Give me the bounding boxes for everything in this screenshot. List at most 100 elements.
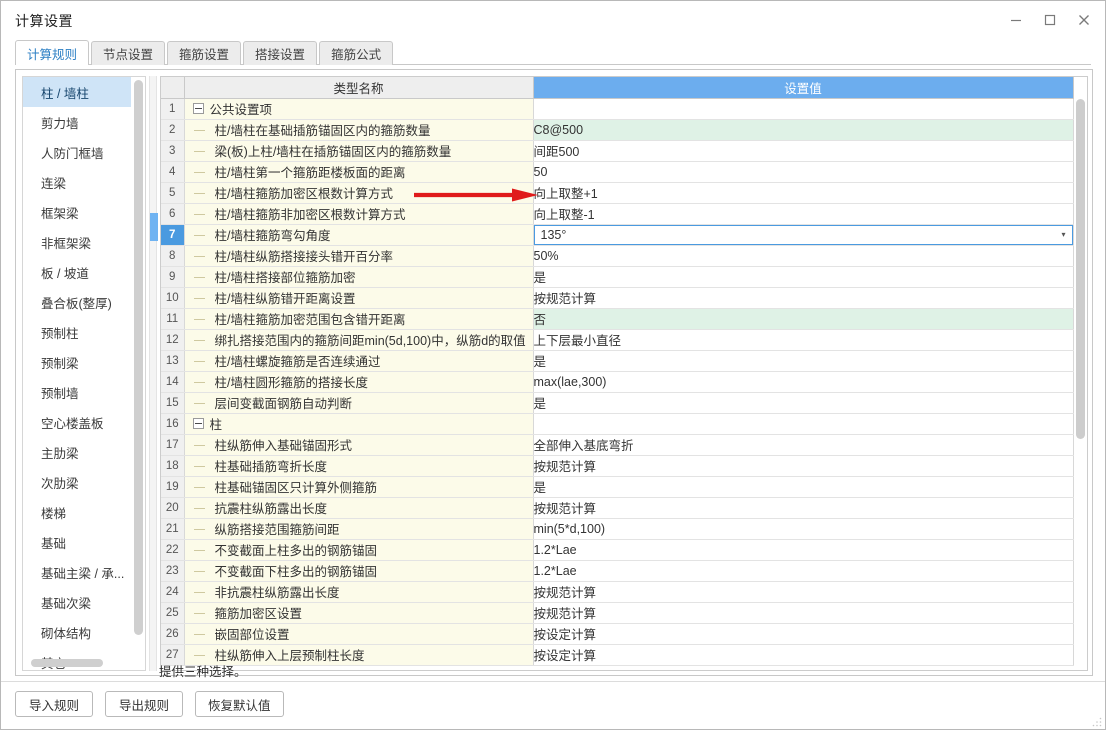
tab-2[interactable]: 节点设置 xyxy=(91,41,166,65)
sidebar-item-18[interactable]: 基础次梁 xyxy=(23,587,131,617)
footer-button-2[interactable]: 导出规则 xyxy=(105,691,183,717)
tab-1[interactable]: 计算规则 xyxy=(15,40,90,66)
type-name-cell[interactable]: 柱/墙柱箍筋加密范围包含错开距离 xyxy=(184,308,534,330)
collapse-minus-icon[interactable] xyxy=(192,103,204,114)
setting-value-cell[interactable]: 是 xyxy=(533,392,1074,414)
table-vertical-scroll-thumb[interactable] xyxy=(1076,99,1085,439)
setting-value-cell[interactable]: 按设定计算 xyxy=(533,623,1074,645)
setting-value-cell[interactable]: 按规范计算 xyxy=(533,287,1074,309)
sidebar-item-9[interactable]: 预制柱 xyxy=(23,317,131,347)
table-vertical-scrollbar[interactable] xyxy=(1076,99,1085,667)
table-row[interactable]: 23 不变截面下柱多出的钢筋锚固 1.2*Lae xyxy=(161,560,1074,582)
table-row[interactable]: 7 柱/墙柱箍筋弯勾角度 135° ▾ xyxy=(161,224,1074,246)
type-name-cell[interactable]: 柱/墙柱圆形箍筋的搭接长度 xyxy=(184,371,534,393)
type-name-cell[interactable]: 梁(板)上柱/墙柱在插筋锚固区内的箍筋数量 xyxy=(184,140,534,162)
type-name-cell[interactable]: 抗震柱纵筋露出长度 xyxy=(184,497,534,519)
type-name-cell[interactable]: 柱纵筋伸入基础锚固形式 xyxy=(184,434,534,456)
type-name-cell[interactable]: 柱/墙柱搭接部位箍筋加密 xyxy=(184,266,534,288)
sidebar-item-13[interactable]: 主肋梁 xyxy=(23,437,131,467)
type-name-cell[interactable]: 层间变截面钢筋自动判断 xyxy=(184,392,534,414)
close-icon[interactable] xyxy=(1067,5,1101,35)
setting-value-cell[interactable]: 按规范计算 xyxy=(533,455,1074,477)
setting-value-cell[interactable]: 50% xyxy=(533,245,1074,267)
tab-5[interactable]: 箍筋公式 xyxy=(319,41,394,65)
footer-button-3[interactable]: 恢复默认值 xyxy=(195,691,284,717)
table-row[interactable]: 25 箍筋加密区设置 按规范计算 xyxy=(161,602,1074,624)
setting-value-cell[interactable] xyxy=(533,413,1074,435)
sidebar-item-10[interactable]: 预制梁 xyxy=(23,347,131,377)
panel-splitter-thumb[interactable] xyxy=(150,213,158,241)
type-name-cell[interactable]: 不变截面上柱多出的钢筋锚固 xyxy=(184,539,534,561)
type-name-cell[interactable]: 不变截面下柱多出的钢筋锚固 xyxy=(184,560,534,582)
footer-button-1[interactable]: 导入规则 xyxy=(15,691,93,717)
setting-value-cell[interactable]: 是 xyxy=(533,476,1074,498)
setting-value-cell[interactable]: 否 xyxy=(533,308,1074,330)
table-row[interactable]: 21 纵筋搭接范围箍筋间距 min(5*d,100) xyxy=(161,518,1074,540)
minimize-icon[interactable] xyxy=(999,5,1033,35)
type-name-cell[interactable]: 绑扎搭接范围内的箍筋间距min(5d,100)中，纵筋d的取值 xyxy=(184,329,534,351)
type-name-cell[interactable]: 纵筋搭接范围箍筋间距 xyxy=(184,518,534,540)
setting-value-cell[interactable]: 按规范计算 xyxy=(533,602,1074,624)
setting-value-cell[interactable]: 1.2*Lae xyxy=(533,560,1074,582)
table-row[interactable]: 19 柱基础锚固区只计算外侧箍筋 是 xyxy=(161,476,1074,498)
table-row[interactable]: 3 梁(板)上柱/墙柱在插筋锚固区内的箍筋数量 间距500 xyxy=(161,140,1074,162)
table-row[interactable]: 12 绑扎搭接范围内的箍筋间距min(5d,100)中，纵筋d的取值 上下层最小直径 xyxy=(161,329,1074,351)
type-name-cell[interactable]: 非抗震柱纵筋露出长度 xyxy=(184,581,534,603)
sidebar-item-6[interactable]: 非框架梁 xyxy=(23,227,131,257)
table-row[interactable]: 26 嵌固部位设置 按设定计算 xyxy=(161,623,1074,645)
table-row[interactable]: 6 柱/墙柱箍筋非加密区根数计算方式 向上取整-1 xyxy=(161,203,1074,225)
type-name-cell[interactable]: 公共设置项 xyxy=(184,98,534,120)
setting-value-cell[interactable]: 间距500 xyxy=(533,140,1074,162)
setting-value-cell[interactable]: min(5*d,100) xyxy=(533,518,1074,540)
resize-grip-icon[interactable] xyxy=(1092,717,1102,727)
table-row[interactable]: 24 非抗震柱纵筋露出长度 按规范计算 xyxy=(161,581,1074,603)
table-row[interactable]: 15 层间变截面钢筋自动判断 是 xyxy=(161,392,1074,414)
type-name-cell[interactable]: 柱基础插筋弯折长度 xyxy=(184,455,534,477)
sidebar-horizontal-scrollbar[interactable] xyxy=(31,659,127,667)
sidebar-item-12[interactable]: 空心楼盖板 xyxy=(23,407,131,437)
setting-value-cell[interactable]: 向上取整-1 xyxy=(533,203,1074,225)
table-row[interactable]: 17 柱纵筋伸入基础锚固形式 全部伸入基底弯折 xyxy=(161,434,1074,456)
table-row[interactable]: 22 不变截面上柱多出的钢筋锚固 1.2*Lae xyxy=(161,539,1074,561)
table-row[interactable]: 9 柱/墙柱搭接部位箍筋加密 是 xyxy=(161,266,1074,288)
setting-value-cell[interactable]: 按规范计算 xyxy=(533,581,1074,603)
type-name-cell[interactable]: 柱/墙柱箍筋非加密区根数计算方式 xyxy=(184,203,534,225)
sidebar-item-5[interactable]: 框架梁 xyxy=(23,197,131,227)
type-name-cell[interactable]: 柱/墙柱螺旋箍筋是否连续通过 xyxy=(184,350,534,372)
table-row[interactable]: 27 柱纵筋伸入上层预制柱长度 按设定计算 xyxy=(161,644,1074,666)
type-name-cell[interactable]: 柱 xyxy=(184,413,534,435)
table-row[interactable]: 14 柱/墙柱圆形箍筋的搭接长度 max(lae,300) xyxy=(161,371,1074,393)
maximize-icon[interactable] xyxy=(1033,5,1067,35)
type-name-cell[interactable]: 柱/墙柱纵筋搭接接头错开百分率 xyxy=(184,245,534,267)
table-row[interactable]: 13 柱/墙柱螺旋箍筋是否连续通过 是 xyxy=(161,350,1074,372)
setting-value-cell[interactable]: 上下层最小直径 xyxy=(533,329,1074,351)
setting-value-cell[interactable]: 向上取整+1 xyxy=(533,182,1074,204)
sidebar-item-4[interactable]: 连梁 xyxy=(23,167,131,197)
sidebar-item-8[interactable]: 叠合板(整厚) xyxy=(23,287,131,317)
setting-value-cell[interactable]: 全部伸入基底弯折 xyxy=(533,434,1074,456)
type-name-cell[interactable]: 柱/墙柱箍筋弯勾角度 xyxy=(184,224,534,246)
type-name-cell[interactable]: 嵌固部位设置 xyxy=(184,623,534,645)
sidebar-item-7[interactable]: 板 / 坡道 xyxy=(23,257,131,287)
sidebar-vertical-scroll-thumb[interactable] xyxy=(134,80,143,635)
chevron-down-icon[interactable]: ▾ xyxy=(1056,230,1072,239)
setting-value-combobox[interactable]: 135° ▾ xyxy=(533,224,1072,244)
sidebar-item-15[interactable]: 楼梯 xyxy=(23,497,131,527)
setting-value-cell[interactable]: 1.2*Lae xyxy=(533,539,1074,561)
table-group-row[interactable]: 16 柱 xyxy=(161,413,1074,435)
table-row[interactable]: 11 柱/墙柱箍筋加密范围包含错开距离 否 xyxy=(161,308,1074,330)
setting-value-cell[interactable]: 是 xyxy=(533,266,1074,288)
sidebar-item-1[interactable]: 柱 / 墙柱 xyxy=(23,77,131,107)
setting-value-cell[interactable]: 按设定计算 xyxy=(533,644,1074,666)
panel-splitter-scrollbar[interactable] xyxy=(149,76,158,671)
table-row[interactable]: 5 柱/墙柱箍筋加密区根数计算方式 向上取整+1 xyxy=(161,182,1074,204)
sidebar-item-2[interactable]: 剪力墙 xyxy=(23,107,131,137)
tab-3[interactable]: 箍筋设置 xyxy=(167,41,242,65)
sidebar-item-14[interactable]: 次肋梁 xyxy=(23,467,131,497)
setting-value-cell[interactable]: C8@500 xyxy=(533,119,1074,141)
sidebar-item-16[interactable]: 基础 xyxy=(23,527,131,557)
table-row[interactable]: 4 柱/墙柱第一个箍筋距楼板面的距离 50 xyxy=(161,161,1074,183)
tab-4[interactable]: 搭接设置 xyxy=(243,41,318,65)
sidebar-item-19[interactable]: 砌体结构 xyxy=(23,617,131,647)
setting-value-cell[interactable]: 按规范计算 xyxy=(533,497,1074,519)
